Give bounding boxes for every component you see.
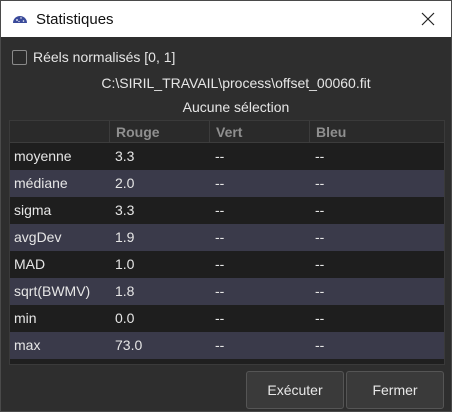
green-value: --: [215, 175, 225, 191]
green-value: --: [215, 148, 225, 164]
siril-app-icon: [13, 16, 27, 23]
selection-status: Aucune sélection: [182, 99, 290, 115]
header-empty[interactable]: [10, 121, 110, 143]
blue-value: --: [315, 310, 325, 326]
blue-value: --: [315, 229, 325, 245]
blue-value: --: [315, 148, 325, 164]
statistics-dialog: Statistiques Réels normalisés [0, 1] C:\…: [0, 0, 452, 412]
row-label: min: [14, 310, 37, 326]
run-button[interactable]: Exécuter: [246, 371, 344, 409]
blue-value: --: [315, 256, 325, 272]
dialog-content: Réels normalisés [0, 1] C:\SIRIL_TRAVAIL…: [1, 37, 451, 411]
red-value: 1.9: [115, 229, 135, 245]
row-label: max: [14, 337, 41, 353]
red-value: 3.3: [115, 148, 135, 164]
blue-value: --: [315, 202, 325, 218]
red-value: 0.0: [115, 310, 135, 326]
table-body: moyenne 3.3 -- -- médiane 2.0 -- -- sigma 3.3 -- --…: [10, 143, 444, 359]
row-label: sqrt(BWMV): [14, 283, 91, 299]
title-bar: Statistiques: [1, 1, 451, 37]
close-icon: [421, 12, 435, 26]
green-value: --: [215, 256, 225, 272]
normalized-label: Réels normalisés [0, 1]: [33, 49, 176, 65]
row-label: avgDev: [14, 229, 62, 245]
window-title: Statistiques: [36, 10, 114, 28]
table-row[interactable]: médiane 2.0 -- --: [10, 170, 444, 197]
row-label: MAD: [14, 256, 46, 272]
table-row[interactable]: sqrt(BWMV) 1.8 -- --: [10, 278, 444, 305]
green-value: --: [215, 283, 225, 299]
table-row[interactable]: sigma 3.3 -- --: [10, 197, 444, 224]
red-value: 1.0: [115, 256, 135, 272]
green-value: --: [215, 229, 225, 245]
header-blue[interactable]: Bleu: [310, 121, 444, 143]
header-red[interactable]: Rouge: [110, 121, 210, 143]
table-row[interactable]: MAD 1.0 -- --: [10, 251, 444, 278]
red-value: 3.3: [115, 202, 135, 218]
green-value: --: [215, 202, 225, 218]
red-value: 2.0: [115, 175, 135, 191]
blue-value: --: [315, 175, 325, 191]
header-green[interactable]: Vert: [210, 121, 310, 143]
close-dialog-button[interactable]: Fermer: [346, 371, 444, 409]
blue-value: --: [315, 283, 325, 299]
normalized-checkbox[interactable]: [12, 49, 27, 65]
table-row[interactable]: max 73.0 -- --: [10, 332, 444, 359]
close-button[interactable]: [405, 1, 451, 37]
table-row[interactable]: moyenne 3.3 -- --: [10, 143, 444, 170]
statistics-table: Rouge Vert Bleu moyenne 3.3 -- -- médiane 2.0…: [9, 120, 445, 365]
green-value: --: [215, 310, 225, 326]
row-label: médiane: [14, 175, 68, 191]
blue-value: --: [315, 337, 325, 353]
red-value: 73.0: [115, 337, 143, 353]
red-value: 1.8: [115, 283, 135, 299]
normalized-option[interactable]: Réels normalisés [0, 1]: [12, 49, 175, 65]
file-path: C:\SIRIL_TRAVAIL\process\offset_00060.fi…: [101, 75, 371, 91]
table-row[interactable]: min 0.0 -- --: [10, 305, 444, 332]
table-header: Rouge Vert Bleu: [10, 121, 444, 143]
row-label: sigma: [14, 202, 52, 218]
green-value: --: [215, 337, 225, 353]
table-row[interactable]: avgDev 1.9 -- --: [10, 224, 444, 251]
row-label: moyenne: [14, 148, 72, 164]
